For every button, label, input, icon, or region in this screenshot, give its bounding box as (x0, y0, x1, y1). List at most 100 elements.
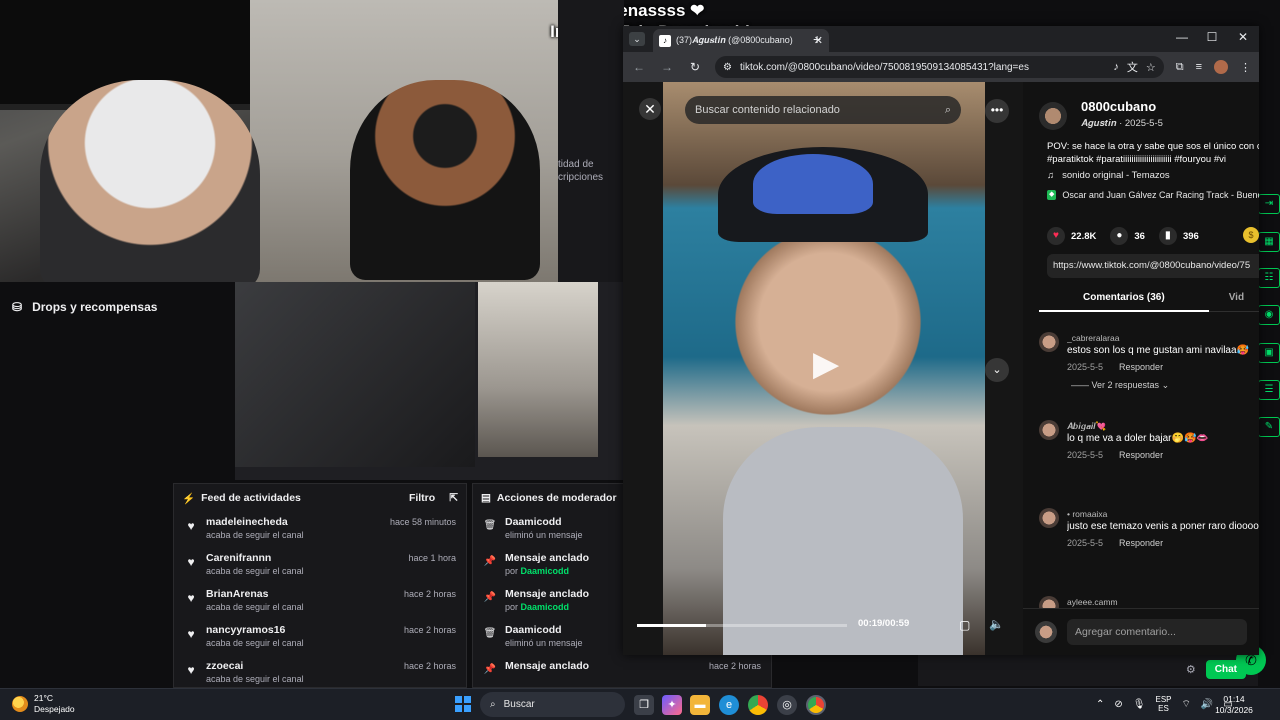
volume-icon[interactable]: 🔈 (989, 617, 1004, 631)
maximize-button[interactable]: ☐ (1198, 30, 1226, 44)
file-explorer-icon[interactable]: ▬ (690, 695, 710, 715)
microphone-icon[interactable]: 🎙 (1133, 699, 1146, 710)
more-options-button[interactable]: ••• (985, 99, 1009, 123)
search-icon[interactable]: ⌕ (945, 104, 951, 117)
feed-row[interactable]: ♥ Carenifrannn acaba de seguir el canal hac… (174, 548, 466, 584)
commenter-avatar[interactable] (1039, 332, 1059, 352)
back-button[interactable]: ← (631, 60, 647, 74)
comment-meta: 2025-5-5 Responder (1067, 534, 1259, 552)
settings-icon[interactable]: ⚙ (1186, 663, 1196, 676)
commenter-username[interactable]: • romaaixa (1067, 508, 1259, 520)
taskbar-search[interactable]: ⌕ Buscar (480, 692, 625, 717)
mod-action-by[interactable]: Daamicodd (521, 566, 570, 576)
edge-action-1[interactable]: ⇥ (1258, 194, 1280, 214)
tab-search-icon[interactable]: ⌄ (629, 32, 645, 46)
feed-action: acaba de seguir el canal (206, 674, 304, 684)
media-controls-icon[interactable]: ≡ (1196, 61, 1202, 73)
commenter-username[interactable]: ayleee.camm (1067, 596, 1259, 608)
mod-action-by[interactable]: Daamicodd (521, 602, 570, 612)
feed-row[interactable]: ♥ nancyyramos16 acaba de seguir el canal ha… (174, 620, 466, 656)
edge-action-3[interactable]: ☷ (1258, 268, 1280, 288)
sound-label: sonido original - Temazos (1062, 170, 1170, 181)
start-button[interactable] (455, 696, 471, 712)
reply-button[interactable]: Responder (1119, 446, 1163, 464)
filter-button[interactable]: Filtro (409, 492, 435, 504)
new-tab-button[interactable]: + (813, 31, 821, 47)
mod-action-sub: por (505, 566, 521, 576)
author-avatar[interactable] (1039, 102, 1067, 130)
profile-avatar[interactable] (1214, 60, 1228, 74)
video-progress-bar[interactable] (637, 624, 847, 627)
tab-comments[interactable]: Comentarios (36) (1039, 284, 1209, 312)
feed-row[interactable]: ♥ zzoecai acaba de seguir el canal hace 2 h… (174, 656, 466, 687)
feed-time: hace 1 hora (408, 553, 456, 563)
activity-feed-panel: ⚡ Feed de actividades Filtro ⇱ ♥ madelein… (173, 483, 467, 688)
menu-icon[interactable]: ⋮ (1240, 61, 1251, 74)
commenter-avatar[interactable] (1039, 420, 1059, 440)
feed-username: nancyyramos16 (206, 624, 286, 636)
browser-tab[interactable]: ♪ (37)𝑨𝒈𝒖𝒔𝒕𝒊𝒏 (@0800cubano) ✕ (653, 29, 829, 52)
obs-icon[interactable]: ◎ (777, 695, 797, 715)
captions-icon[interactable]: ▢ (959, 618, 970, 632)
copilot-icon[interactable]: ✦ (662, 695, 682, 715)
close-video-button[interactable]: ✕ (639, 98, 661, 120)
reload-button[interactable]: ↻ (687, 60, 703, 74)
tab-creator-videos[interactable]: Vid (1209, 292, 1244, 303)
edge-action-6[interactable]: ☰ (1258, 380, 1280, 400)
commenter-username[interactable]: _cabreralaraa (1067, 332, 1259, 344)
system-clock[interactable]: 01:14 10/3/2026 (1212, 694, 1256, 716)
forward-button[interactable]: → (659, 60, 675, 74)
extensions-icon[interactable]: ⧉ (1176, 61, 1184, 74)
task-view-icon[interactable]: ❐ (634, 695, 654, 715)
sidebar-item-drops[interactable]: ⛁ Drops y recompensas (0, 293, 235, 321)
comment-item: 𝑨𝒃𝒊𝒈𝒂𝒊𝒍💘 lo q me va a doler bajar🤭🥵👄 2025-… (1039, 420, 1259, 496)
language-indicator[interactable]: ESP ES (1155, 695, 1171, 713)
sound-link[interactable]: ♫ sonido original - Temazos (1047, 170, 1170, 181)
location-link[interactable]: ◆ Oscar and Juan Gálvez Car Racing Track… (1047, 190, 1259, 200)
like-button[interactable]: ♥ 22.8K (1047, 227, 1096, 245)
mod-action-sub: por (505, 602, 521, 612)
play-icon[interactable]: ▶ (813, 344, 839, 384)
edge-browser-icon[interactable]: e (719, 695, 739, 715)
feed-row[interactable]: ♥ BrianArenas acaba de seguir el canal hace… (174, 584, 466, 620)
trash-icon: 🗑 (483, 628, 497, 639)
author-username[interactable]: 0800cubano (1081, 99, 1156, 114)
popout-icon[interactable]: ⇱ (449, 492, 458, 504)
edge-action-2[interactable]: ▦ (1258, 232, 1280, 252)
list-icon: ▤ (481, 492, 491, 504)
add-comment-input[interactable]: Agregar comentario... (1067, 618, 1247, 645)
bookmark-star-icon[interactable]: ☆ (1146, 61, 1156, 74)
comment-text: justo ese temazo venis a poner raro dioo… (1067, 521, 1259, 532)
commenter-avatar[interactable] (1039, 508, 1059, 528)
feed-row[interactable]: ♥ madeleinecheda acaba de seguir el canal h… (174, 512, 466, 548)
chevron-up-icon[interactable]: ⌃ (1096, 699, 1104, 710)
reply-button[interactable]: Responder (1119, 358, 1163, 376)
comment-button[interactable]: ● 36 (1110, 227, 1145, 245)
edge-action-7[interactable]: ✎ (1258, 417, 1280, 437)
close-window-button[interactable]: ✕ (1229, 30, 1257, 44)
view-replies-button[interactable]: —— Ver 2 respuestas ⌄ (1067, 380, 1259, 391)
address-bar[interactable]: ⚙ tiktok.com/@0800cubano/video/750081950… (715, 56, 1164, 78)
mod-action-row[interactable]: 📌 Mensaje anclado hace 2 horas (473, 656, 771, 687)
wifi-icon[interactable]: ⌔ (1182, 698, 1191, 711)
network-off-icon[interactable]: ⊘ (1114, 699, 1122, 710)
translate-icon[interactable]: 文 (1127, 59, 1138, 75)
edge-action-5[interactable]: ▣ (1258, 343, 1280, 363)
preview-mini-video (478, 282, 598, 457)
chrome-active-icon[interactable] (806, 695, 826, 715)
next-video-button[interactable]: ⌄ (985, 358, 1009, 382)
commenter-username[interactable]: 𝑨𝒃𝒊𝒈𝒂𝒊𝒍💘 (1067, 420, 1259, 432)
copy-link-field[interactable]: https://www.tiktok.com/@0800cubano/video… (1047, 254, 1259, 278)
mod-action-sub: eliminó un mensaje (505, 530, 583, 540)
gift-coin-icon[interactable]: $ (1243, 227, 1259, 243)
save-button[interactable]: ▮ 396 (1158, 227, 1199, 245)
related-search-input[interactable]: Buscar contenido relacionado ⌕ (685, 96, 961, 124)
reply-button[interactable]: Responder (1119, 534, 1163, 552)
minimize-button[interactable]: — (1168, 30, 1196, 44)
tiktok-extension-icon[interactable]: ♪ (1113, 61, 1119, 73)
edge-action-4[interactable]: ◉ (1258, 305, 1280, 325)
weather-widget[interactable]: 21°C Despejado (12, 693, 75, 715)
site-info-icon[interactable]: ⚙ (723, 62, 732, 73)
video-description: POV: se hace la otra y sabe que sos el ú… (1047, 140, 1259, 166)
chrome-icon[interactable] (748, 695, 768, 715)
